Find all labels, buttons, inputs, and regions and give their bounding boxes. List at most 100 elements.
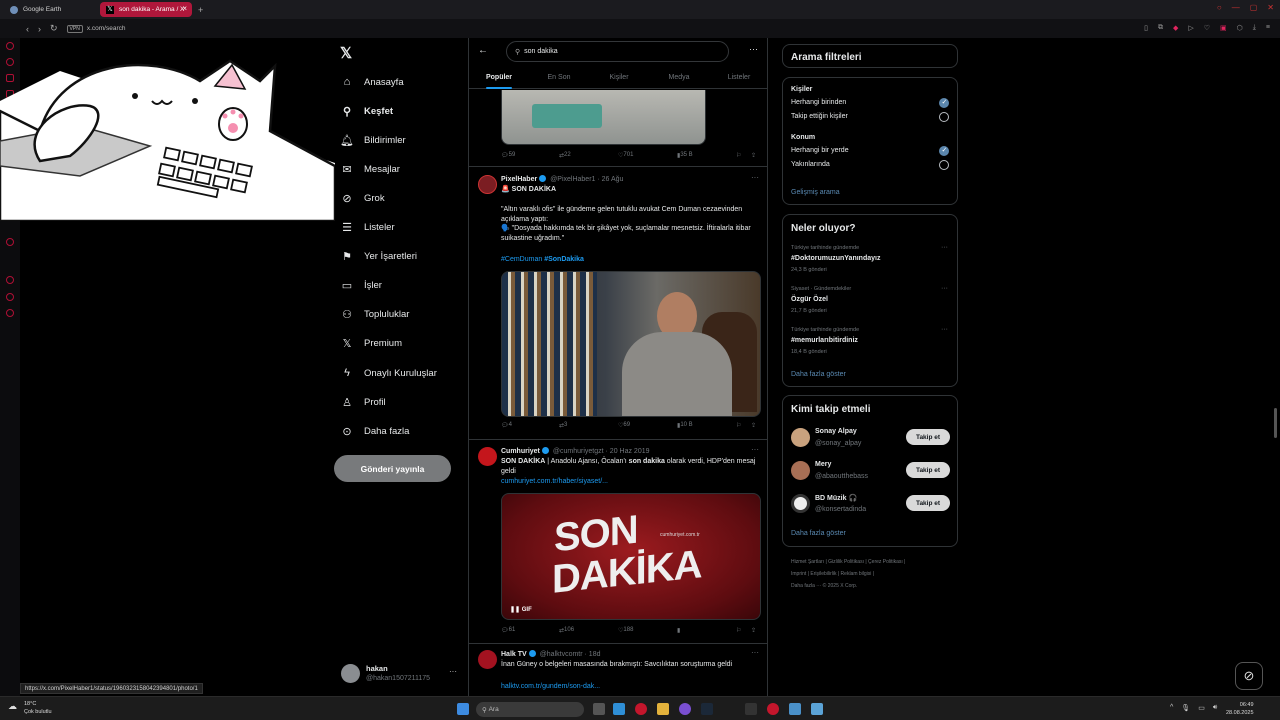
x-logo-icon[interactable]: 𝕏 <box>340 44 352 62</box>
vpn-badge[interactable]: VPN <box>66 24 83 33</box>
wallet-icon[interactable]: ▣ <box>1220 24 1227 32</box>
nav-more[interactable]: ⊙ Daha fazla <box>341 423 409 439</box>
radio-anywhere[interactable] <box>939 146 949 156</box>
more-dots-icon[interactable]: ··· <box>941 285 948 292</box>
nav-verified-orgs[interactable]: ϟ Onaylı Kuruluşlar <box>341 365 437 381</box>
task-view-icon[interactable] <box>593 703 605 715</box>
volume-icon[interactable]: 🔊︎ <box>1213 704 1217 712</box>
avatar[interactable] <box>478 447 497 466</box>
tweet-media-image[interactable] <box>501 90 706 145</box>
taskbar-search[interactable]: ⚲ Ara <box>476 702 584 717</box>
avatar[interactable] <box>478 175 497 194</box>
snapshot-icon[interactable]: ⧉ <box>1158 24 1163 32</box>
avatar[interactable] <box>791 494 810 513</box>
more-dots-icon[interactable]: ··· <box>449 667 457 676</box>
retweet-button[interactable]: ⇄ 22 <box>559 152 571 159</box>
share-icon[interactable]: ⇪ <box>751 422 756 429</box>
views-stat[interactable]: ▮ 35 B <box>677 152 693 159</box>
advanced-search-link[interactable]: Gelişmiş arama <box>791 189 840 196</box>
tweet-media-image[interactable] <box>501 271 761 417</box>
gif-badge[interactable]: ❚❚ GIF <box>510 606 532 613</box>
nav-home[interactable]: ⌂ Anasayfa <box>341 74 404 90</box>
tweet-media-gif[interactable]: SON DAKİKA cumhuriyet.com.tr ❚❚ GIF <box>501 493 761 620</box>
grok-fab-button[interactable]: ⊘ <box>1235 662 1263 690</box>
edge-icon[interactable] <box>613 703 625 715</box>
bookmark-icon[interactable]: ⚐ <box>736 422 741 429</box>
chevron-up-icon[interactable]: ^ <box>1170 704 1173 712</box>
trend-item[interactable]: Özgür Özel <box>791 296 828 303</box>
steam-icon[interactable] <box>701 703 713 715</box>
file-explorer-icon[interactable] <box>657 703 669 715</box>
radio-from-anyone[interactable] <box>939 98 949 108</box>
player-icon[interactable] <box>6 238 14 246</box>
footer-links[interactable]: Imprint | Erişilebilirlik | Reklam bilgi… <box>791 568 961 580</box>
more-dots-icon[interactable]: ··· <box>751 445 759 454</box>
scrollbar[interactable] <box>1274 408 1277 438</box>
hashtag-link[interactable]: #SonDakika <box>544 256 584 263</box>
trend-item[interactable]: #memurlarıbitirdiniz <box>791 337 858 344</box>
url-field[interactable]: x.com/search <box>87 25 126 32</box>
radio-people-you-follow[interactable] <box>939 112 949 122</box>
app-icon[interactable] <box>679 703 691 715</box>
extensions-icon[interactable]: ⬡ <box>1237 24 1243 32</box>
bookmark-icon[interactable]: ⚐ <box>736 152 741 159</box>
browser-tab-google-earth[interactable]: Google Earth <box>4 2 96 17</box>
footer-links[interactable]: Daha fazla ··· © 2025 X Corp. <box>791 580 961 592</box>
easy-setup-icon[interactable]: ≡ <box>1266 24 1270 32</box>
play-icon[interactable]: ▷ <box>1188 24 1193 32</box>
search-tabs-icon[interactable]: ○ <box>1217 3 1222 12</box>
forward-arrow-icon[interactable]: › <box>38 24 41 34</box>
tweet[interactable]: 💬︎ 59 ⇄ 22 ♡ 701 ▮ 35 B ⚐ ⇪ <box>469 90 767 167</box>
opera-icon[interactable] <box>635 703 647 715</box>
post-button[interactable]: Gönderi yayınla <box>334 455 451 482</box>
suggested-user-name[interactable]: Sonay Alpay <box>815 428 857 435</box>
tab-media[interactable]: Medya <box>649 68 709 88</box>
avatar[interactable] <box>791 461 810 480</box>
radio-near-you[interactable] <box>939 160 949 170</box>
browser-tab-x-search[interactable]: 𝕏 son dakika - Arama / X × <box>100 2 192 17</box>
new-tab-button[interactable]: + <box>198 5 203 15</box>
settings-icon[interactable] <box>6 309 14 317</box>
nav-communities[interactable]: ⚇ Topluluklar <box>341 306 409 322</box>
more-dots-icon[interactable]: ··· <box>749 44 758 54</box>
shield-icon[interactable]: ◆ <box>1173 24 1178 32</box>
tweet[interactable]: Halk TV @halktvcomtr · 18d ··· İnan Güney… <box>469 645 767 696</box>
tweet-link[interactable]: halktv.com.tr/gundem/son-dak... <box>501 683 600 690</box>
reply-button[interactable]: 💬︎ 61 <box>501 627 515 634</box>
more-dots-icon[interactable]: ··· <box>941 326 948 333</box>
retweet-button[interactable]: ⇄ 106 <box>559 627 574 634</box>
back-arrow-icon[interactable]: ← <box>478 45 488 56</box>
tweet[interactable]: PixelHaber @PixelHaber1 · 26 Ağu ··· 🚨 SO… <box>469 168 767 440</box>
share-icon[interactable]: ⇪ <box>751 152 756 159</box>
network-icon[interactable]: ▭ <box>1198 704 1205 712</box>
heart-icon[interactable]: ♡ <box>1204 24 1210 32</box>
follow-button[interactable]: Takip et <box>906 462 950 478</box>
mic-icon[interactable]: 🎙︎ <box>1181 704 1190 712</box>
trend-item[interactable]: #DoktorumuzunYanındayız <box>791 255 880 262</box>
taskbar-clock[interactable]: 06:49 28.08.2025 <box>1226 701 1254 717</box>
opera-gx-icon[interactable] <box>767 703 779 715</box>
follow-button[interactable]: Takip et <box>906 429 950 445</box>
nav-grok[interactable]: ⊘ Grok <box>341 190 384 206</box>
pinboard-icon[interactable] <box>6 293 14 301</box>
show-more-link[interactable]: Daha fazla göster <box>791 371 846 378</box>
bookmark-icon[interactable]: ▯ <box>1144 24 1148 32</box>
more-dots-icon[interactable]: ··· <box>751 173 759 182</box>
bookmark-icon[interactable]: ⚐ <box>736 627 741 634</box>
nav-profile[interactable]: ♙ Profil <box>341 394 386 410</box>
tab-popular[interactable]: Popüler <box>469 68 529 89</box>
nav-explore[interactable]: ⚲ Keşfet <box>341 103 393 119</box>
close-window-button[interactable]: ✕ <box>1267 3 1274 12</box>
app-icon[interactable] <box>745 703 757 715</box>
avatar[interactable] <box>791 428 810 447</box>
app-icon[interactable] <box>789 703 801 715</box>
hashtag-link[interactable]: #CemDuman <box>501 256 542 263</box>
more-dots-icon[interactable]: ··· <box>941 244 948 251</box>
search-input[interactable]: ⚲ son dakika <box>506 41 729 62</box>
avatar[interactable] <box>478 650 497 669</box>
views-stat[interactable]: ▮ 10 B <box>677 422 693 429</box>
nav-premium[interactable]: 𝕏 Premium <box>341 335 402 351</box>
reload-icon[interactable]: ↻ <box>50 23 58 34</box>
nav-jobs[interactable]: ▭ İşler <box>341 277 382 293</box>
maximize-button[interactable]: ▢ <box>1250 3 1258 12</box>
